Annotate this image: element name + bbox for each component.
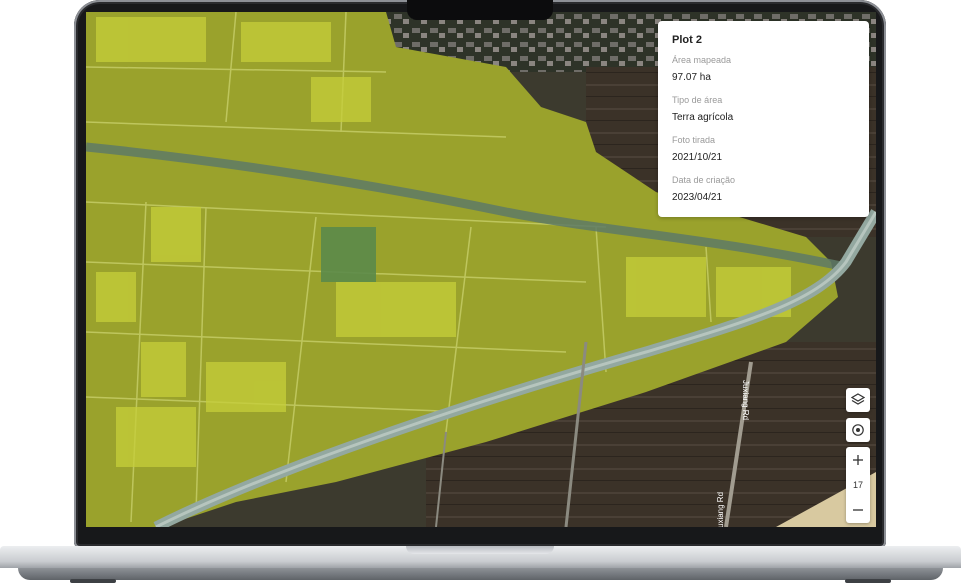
info-value: Terra agrícola [672,112,734,123]
info-value: 97.07 ha [672,72,711,83]
info-label: Área mapeada [672,55,732,65]
zoom-out-button[interactable] [846,499,870,521]
laptop-foot-left [70,579,116,583]
zoom-control: 17 [846,447,870,523]
info-row-type: Tipo de área Terra agrícola [672,93,855,133]
base-bottom [18,568,943,580]
plot-title: Plot 2 [672,34,702,46]
info-label: Data de criação [672,175,736,185]
zoom-level: 17 [852,480,863,490]
layers-icon [851,393,865,405]
locate-icon [852,424,864,436]
plus-icon [853,455,863,465]
info-label: Foto tirada [672,135,716,145]
camera-notch [407,0,553,20]
info-label: Tipo de área [672,95,723,105]
laptop-base [0,546,961,584]
road-label-1: Juxiang Rd [741,380,750,420]
info-value: 2021/10/21 [672,152,723,163]
info-row-area: Área mapeada 97.07 ha [672,53,855,93]
locate-button[interactable] [846,418,870,442]
info-row-photo-date: Foto tirada 2021/10/21 [672,133,855,173]
road-label-2: Juxiang Rd [716,492,725,527]
minus-icon [853,509,863,511]
screen: Juxiang Rd Juxiang Rd Plot 2 Área mapead… [86,12,876,527]
green-field [321,227,376,282]
plot-info-card: Plot 2 Área mapeada 97.07 ha Tipo de áre… [658,21,869,217]
info-row-created: Data de criação 2023/04/21 [672,173,855,213]
info-value: 2023/04/21 [672,192,723,203]
zoom-in-button[interactable] [846,449,870,471]
base-groove [406,546,554,554]
layers-button[interactable] [846,388,870,412]
laptop-foot-right [845,579,891,583]
